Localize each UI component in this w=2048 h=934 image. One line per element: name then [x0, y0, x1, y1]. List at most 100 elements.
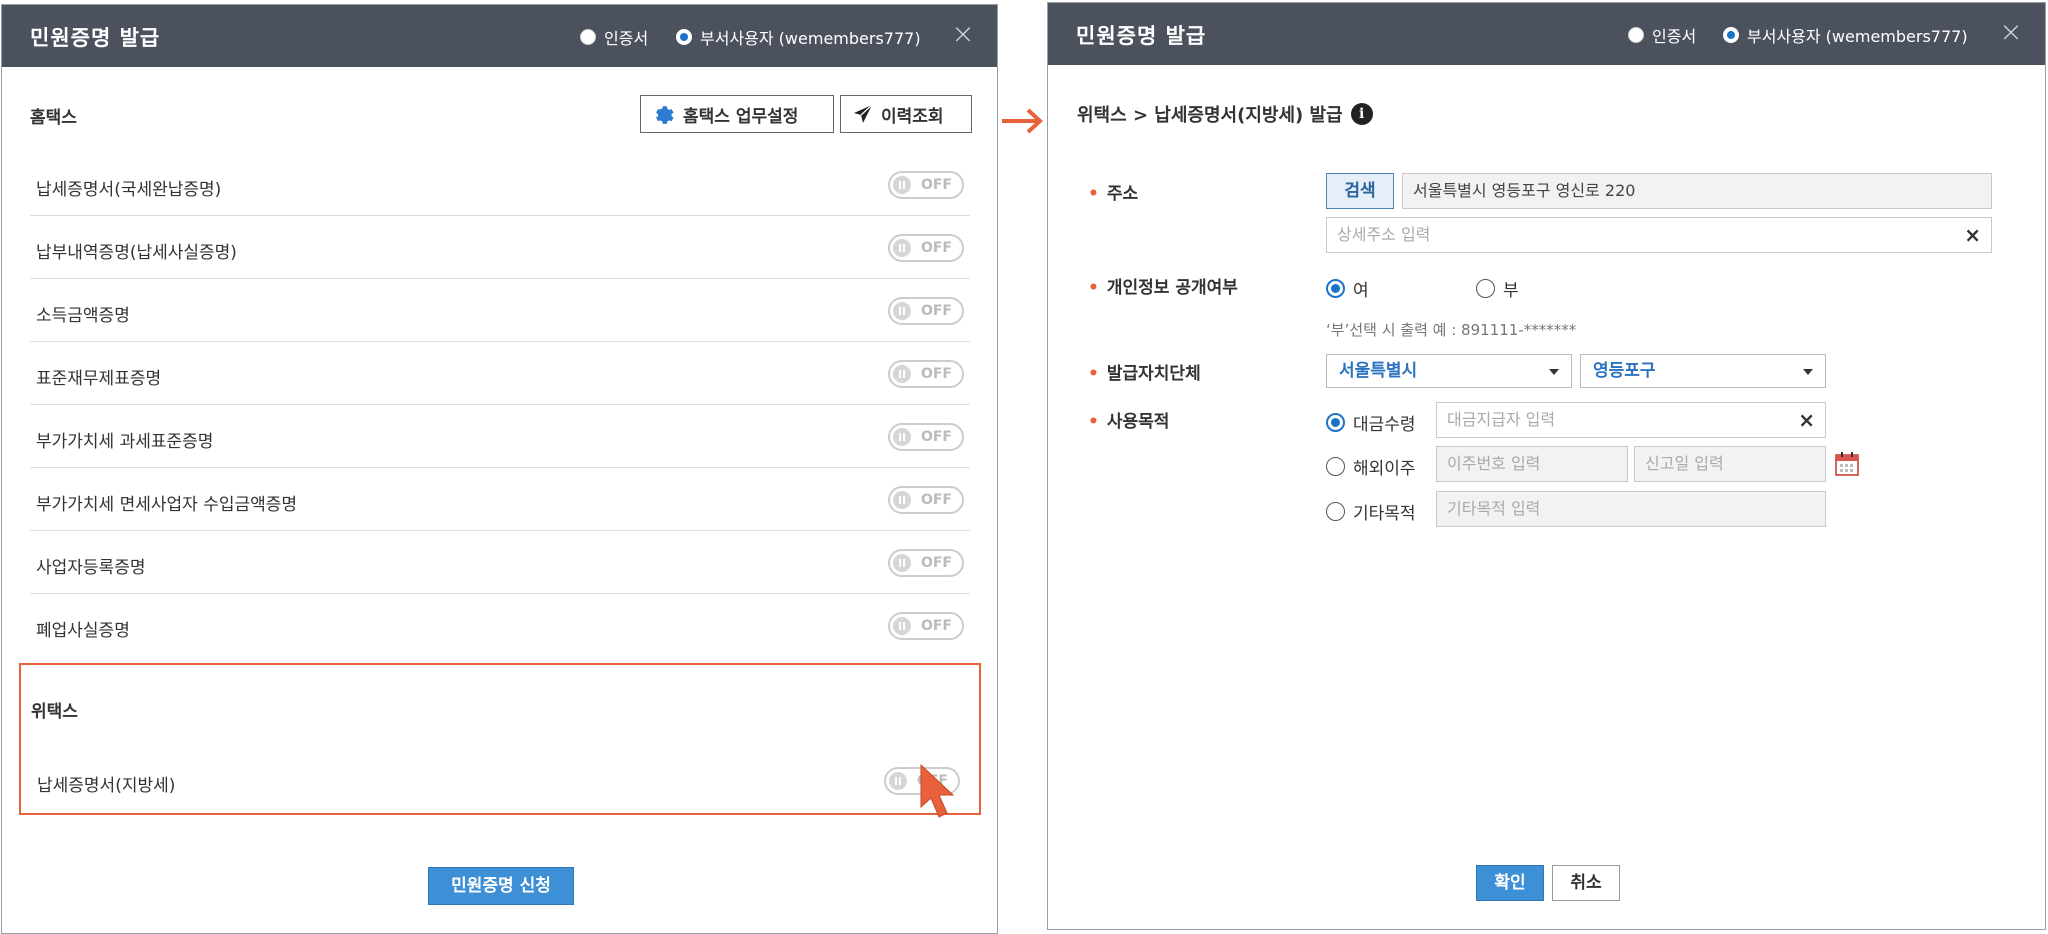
radio-dept-user[interactable]: 부서사용자 (wemembers777) [1723, 23, 1968, 47]
gear-icon [656, 106, 674, 124]
dialog-title: 민원증명 발급 [1076, 24, 1207, 48]
radio-certificate-circle[interactable] [580, 29, 596, 45]
emigration-number-input[interactable]: 이주번호 입력 [1436, 446, 1628, 482]
toggle-state: OFF [920, 177, 952, 193]
radio-label: 부 [1503, 281, 1519, 301]
toggle-state: OFF [920, 240, 952, 256]
radio-certificate[interactable]: 인증서 [580, 25, 648, 49]
detail-address-input[interactable]: 상세주소 입력 × [1326, 217, 1992, 253]
emigration-number-placeholder: 이주번호 입력 [1447, 454, 1541, 473]
required-marker: • [1088, 412, 1099, 432]
radio-certificate-label: 인증서 [1652, 27, 1697, 46]
district-select[interactable]: 영등포구 [1580, 354, 1826, 388]
toggle-knob [893, 428, 911, 446]
radio-label: 대금수령 [1353, 415, 1416, 435]
radio-circle[interactable] [1476, 279, 1495, 298]
arrow-right-icon [1002, 108, 1043, 134]
privacy-no-radio[interactable]: 부 [1476, 276, 1519, 301]
list-item-label: 폐업사실증명 [36, 621, 130, 641]
right-dialog: 민원증명 발급 인증서 부서사용자 (wemembers777) × 위택스 >… [1047, 2, 2046, 930]
toggle-switch[interactable]: OFF [888, 171, 964, 199]
radio-circle[interactable] [1326, 279, 1345, 298]
clear-icon[interactable]: × [1798, 403, 1815, 437]
chevron-down-icon [1549, 369, 1559, 375]
radio-certificate[interactable]: 인증서 [1628, 23, 1696, 47]
radio-dept-user-circle[interactable] [676, 29, 692, 45]
toggle-state: OFF [920, 429, 952, 445]
toggle-switch[interactable]: OFF [888, 486, 964, 514]
privacy-yes-radio[interactable]: 여 [1326, 276, 1369, 301]
report-date-input[interactable]: 신고일 입력 [1634, 446, 1826, 482]
toggle-switch[interactable]: OFF [888, 360, 964, 388]
toggle-state: OFF [920, 303, 952, 319]
toggle-switch[interactable]: OFF [888, 234, 964, 262]
toggle-state: OFF [920, 366, 952, 382]
privacy-label: • 개인정보 공개여부 [1088, 273, 1238, 298]
radio-dept-user-circle[interactable] [1723, 27, 1739, 43]
list-item-label: 사업자등록증명 [36, 558, 146, 578]
close-icon[interactable]: × [948, 19, 978, 49]
toggle-switch[interactable]: OFF [888, 612, 964, 640]
city-select[interactable]: 서울특별시 [1326, 354, 1572, 388]
list-item-label: 납부내역증명(납세사실증명) [36, 243, 237, 263]
purpose-payment-radio[interactable]: 대금수령 [1326, 410, 1416, 435]
list-item-label: 소득금액증명 [36, 306, 130, 326]
other-purpose-placeholder: 기타목적 입력 [1447, 499, 1541, 518]
radio-dept-user-label: 부서사용자 (wemembers777) [700, 29, 921, 48]
apply-button[interactable]: 민원증명 신청 [428, 867, 574, 905]
toggle-switch[interactable]: OFF [888, 549, 964, 577]
left-dialog: 민원증명 발급 인증서 부서사용자 (wemembers777) × 홈택스 홈… [1, 4, 998, 934]
purpose-label: • 사용목적 [1088, 407, 1169, 432]
toggle-knob [893, 617, 911, 635]
district-select-value: 영등포구 [1593, 361, 1656, 381]
close-icon[interactable]: × [1996, 17, 2026, 47]
other-purpose-input[interactable]: 기타목적 입력 [1436, 491, 1826, 527]
toggle-state: OFF [920, 618, 952, 634]
radio-circle[interactable] [1326, 502, 1345, 521]
list-item: 표준재무제표증명 OFF [30, 342, 970, 405]
purpose-label-text: 사용목적 [1106, 412, 1170, 432]
address-label: • 주소 [1088, 179, 1138, 204]
address-search-button[interactable]: 검색 [1326, 173, 1394, 209]
dialog-title: 민원증명 발급 [30, 26, 161, 50]
hometax-section-title: 홈택스 [30, 108, 77, 128]
purpose-emigration-radio[interactable]: 해외이주 [1326, 454, 1416, 479]
wetax-highlight-box: 위택스 납세증명서(지방세) OFF [19, 663, 981, 815]
info-icon[interactable]: i [1350, 103, 1373, 125]
privacy-hint: ‘부’선택 시 출력 예 : 891111-******* [1326, 321, 1577, 339]
toggle-knob [893, 491, 911, 509]
mouse-cursor-icon [920, 763, 955, 818]
confirm-button[interactable]: 확인 [1476, 865, 1544, 901]
toggle-knob [893, 176, 911, 194]
required-marker: • [1088, 278, 1099, 298]
hometax-settings-button[interactable]: 홈택스 업무설정 [640, 95, 834, 133]
toggle-knob [889, 772, 907, 790]
radio-certificate-circle[interactable] [1628, 27, 1644, 43]
report-date-placeholder: 신고일 입력 [1645, 454, 1724, 473]
radio-circle[interactable] [1326, 457, 1345, 476]
radio-circle[interactable] [1326, 413, 1345, 432]
authority-label: • 발급자치단체 [1088, 359, 1201, 384]
toggle-switch[interactable]: OFF [888, 423, 964, 451]
toggle-knob [893, 554, 911, 572]
payer-input[interactable]: 대금지급자 입력 × [1436, 402, 1826, 438]
purpose-other-radio[interactable]: 기타목적 [1326, 499, 1416, 524]
clear-icon[interactable]: × [1964, 218, 1981, 252]
paper-plane-icon [854, 104, 873, 123]
radio-dept-user[interactable]: 부서사용자 (wemembers777) [676, 25, 921, 49]
list-item: 납세증명서(국세완납증명) OFF [30, 153, 970, 216]
breadcrumb-text: 위택스 > 납세증명서(지방세) 발급 [1077, 105, 1343, 126]
cancel-button[interactable]: 취소 [1552, 865, 1620, 901]
wetax-section-title: 위택스 [31, 702, 78, 722]
toggle-knob [893, 365, 911, 383]
list-item: 폐업사실증명 OFF [30, 594, 970, 657]
history-button[interactable]: 이력조회 [840, 95, 972, 133]
toggle-state: OFF [920, 492, 952, 508]
list-item-label: 부가가치세 과세표준증명 [36, 432, 214, 452]
address-field[interactable]: 서울특별시 영등포구 영신로 220 [1402, 173, 1992, 209]
payer-placeholder: 대금지급자 입력 [1447, 410, 1556, 429]
calendar-icon[interactable] [1834, 451, 1860, 477]
radio-label: 여 [1353, 281, 1369, 301]
toggle-switch[interactable]: OFF [888, 297, 964, 325]
list-item: 소득금액증명 OFF [30, 279, 970, 342]
